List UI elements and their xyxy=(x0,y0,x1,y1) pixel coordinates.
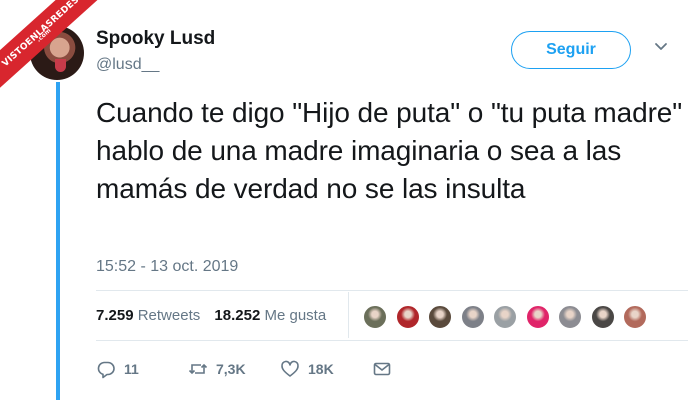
follow-button[interactable]: Seguir xyxy=(511,31,631,69)
liker-avatars xyxy=(363,305,656,331)
avatar-detail xyxy=(55,59,66,72)
tweet-timestamp[interactable]: 15:52 - 13 oct. 2019 xyxy=(96,258,238,276)
liker-avatar[interactable] xyxy=(460,305,485,329)
liker-avatar[interactable] xyxy=(363,305,387,329)
accent-bar xyxy=(56,82,60,400)
retweets-stat[interactable]: 7.259 Retweets xyxy=(96,307,200,324)
divider xyxy=(96,290,688,291)
liker-avatar[interactable] xyxy=(558,305,582,329)
liker-avatar[interactable] xyxy=(428,305,452,329)
message-action[interactable] xyxy=(372,359,400,379)
stats-separator xyxy=(348,292,349,338)
retweet-icon xyxy=(188,363,208,375)
retweet-count: 7,3K xyxy=(216,361,246,377)
likes-stat[interactable]: 18.252 Me gusta xyxy=(214,307,326,324)
like-action[interactable]: 18K xyxy=(280,359,334,379)
display-name[interactable]: Spooky Lusd xyxy=(96,28,215,50)
reply-action[interactable]: 11 xyxy=(96,359,139,379)
reply-count: 11 xyxy=(124,361,139,377)
liker-avatar[interactable] xyxy=(590,305,615,329)
liker-avatar[interactable] xyxy=(525,305,550,329)
like-count: 18K xyxy=(308,361,334,377)
liker-avatar[interactable] xyxy=(623,305,647,329)
retweet-action[interactable]: 7,3K xyxy=(188,359,246,379)
envelope-icon xyxy=(373,362,391,376)
retweets-label: Retweets xyxy=(137,307,201,324)
liker-avatar[interactable] xyxy=(395,305,420,329)
likes-count: 18.252 xyxy=(214,307,261,324)
tweet-text: Cuando te digo "Hijo de puta" o "tu puta… xyxy=(96,97,683,204)
liker-avatar[interactable] xyxy=(493,305,517,329)
engagement-stats: 7.259 Retweets 18.252 Me gusta xyxy=(96,307,326,324)
user-handle[interactable]: @lusd__ xyxy=(96,56,159,74)
likes-label: Me gusta xyxy=(264,307,327,324)
heart-icon xyxy=(281,360,299,377)
reply-icon xyxy=(97,361,115,379)
chevron-down-icon[interactable] xyxy=(654,42,668,52)
retweets-count: 7.259 xyxy=(96,307,134,324)
divider xyxy=(96,340,688,341)
